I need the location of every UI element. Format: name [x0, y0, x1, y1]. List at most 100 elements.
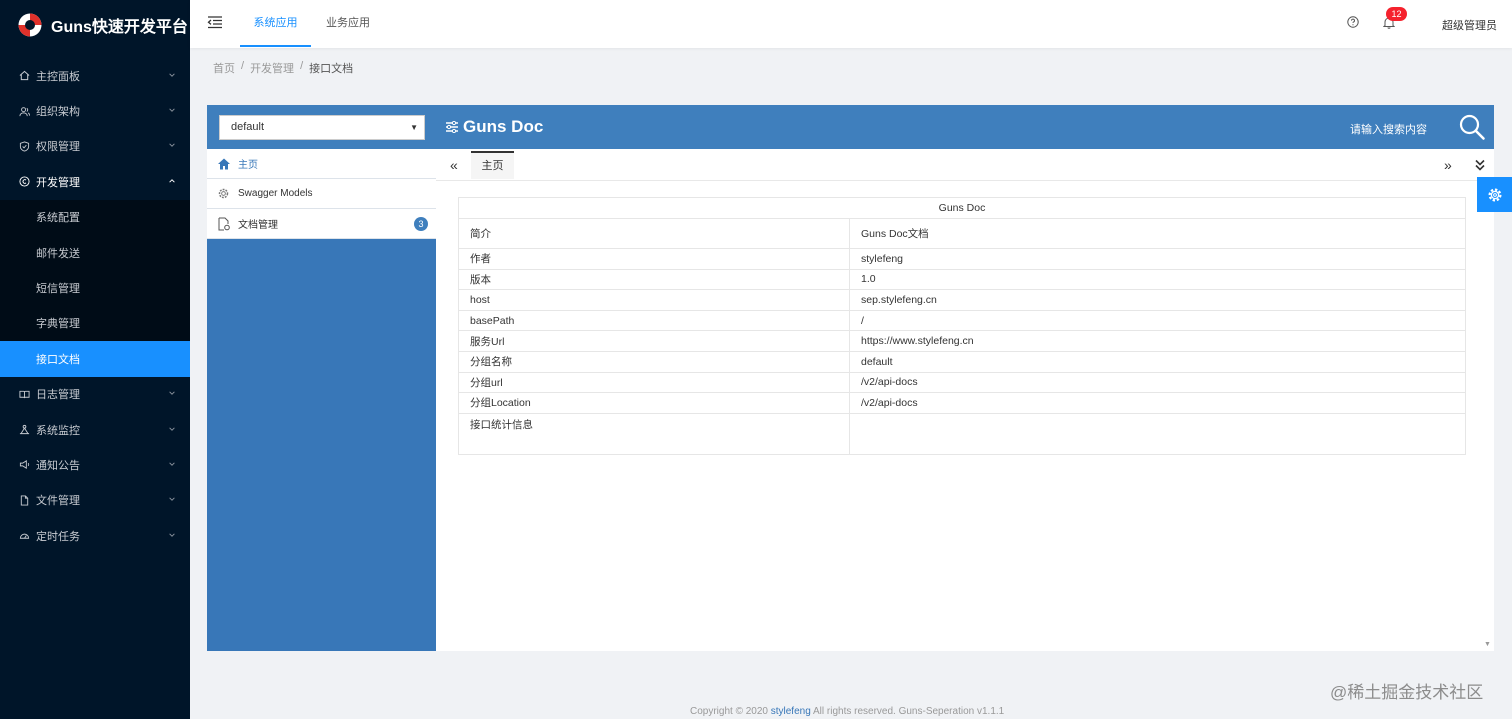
breadcrumb-home[interactable]: 首页 [213, 60, 235, 76]
sidebar-item-files[interactable]: 文件管理 [0, 483, 190, 518]
tab-system-apps[interactable]: 系统应用 [240, 0, 311, 47]
table-row: 接口统计信息 [458, 412, 1466, 455]
double-chevron-down-icon[interactable] [1474, 158, 1486, 172]
breadcrumb-dev[interactable]: 开发管理 [250, 60, 294, 76]
doc-nav-doc-management[interactable]: 文档管理 3 [207, 209, 436, 239]
doc-header-bar: default ▼ Guns Doc 请输入搜索内容 [207, 105, 1494, 149]
top-header: 系统应用 业务应用 12 超级管理员 [190, 0, 1512, 48]
tabs-next-button[interactable]: » [1444, 157, 1452, 173]
development-submenu: 系统配置 邮件发送 短信管理 字典管理 接口文档 [0, 199, 190, 377]
menu-fold-icon[interactable] [207, 14, 223, 30]
settings-drawer-button[interactable] [1477, 177, 1512, 212]
tab-business-apps[interactable]: 业务应用 [326, 0, 370, 47]
table-row: 分组url/v2/api-docs [458, 371, 1466, 394]
breadcrumb-separator: / [300, 60, 304, 72]
gear-icon [217, 187, 231, 201]
sidebar-subitem-dictionary[interactable]: 字典管理 [0, 306, 190, 341]
sidebar-subitem-system-config[interactable]: 系统配置 [0, 200, 190, 235]
sidebar-menu: 主控面板 组织架构 权限管理 开发管理 系统配置 邮件发送 短信管理 字典管理 … [0, 58, 190, 553]
table-row: 分组名称 default [458, 350, 1466, 373]
table-key: 作者 [458, 248, 850, 270]
doc-tabs-row: « 主页 » [436, 149, 1485, 181]
table-value: Guns Doc文档 [849, 218, 1466, 249]
search-icon[interactable] [1458, 113, 1486, 141]
sidebar-item-development[interactable]: 开发管理 [0, 164, 190, 199]
table-key: 版本 [458, 268, 850, 291]
scroll-down-arrow-icon[interactable]: ▼ [1484, 641, 1491, 648]
question-circle-icon[interactable] [1347, 16, 1359, 28]
table-value [849, 412, 1466, 455]
doc-nav-label: 文档管理 [238, 220, 278, 231]
footer-copyright: Copyright © 2020 [690, 706, 771, 717]
sidebar-item-label: 组织架构 [36, 106, 80, 119]
sidebar-item-organization[interactable]: 组织架构 [0, 93, 190, 128]
brand[interactable]: Guns快速开发平台 [0, 0, 190, 50]
table-key: 服务Url [458, 330, 850, 352]
table-value: /v2/api-docs [849, 392, 1466, 414]
swagger-doc-panel: default ▼ Guns Doc 请输入搜索内容 主页 Swagger Mo… [207, 105, 1494, 651]
footer: Copyright © 2020 stylefeng All rights re… [690, 706, 1004, 717]
sidebar-item-scheduled[interactable]: 定时任务 [0, 518, 190, 553]
breadcrumb-current: 接口文档 [309, 63, 354, 75]
sidebar-item-monitor[interactable]: 系统监控 [0, 412, 190, 447]
chevron-down-icon [168, 495, 178, 505]
group-select[interactable]: default ▼ [219, 115, 425, 140]
table-value: https://www.stylefeng.cn [849, 330, 1466, 352]
setting-icon [1487, 187, 1503, 203]
sidebar-item-label: 权限管理 [36, 141, 80, 154]
table-key: host [458, 289, 850, 311]
table-value: 1.0 [849, 268, 1466, 291]
doc-nav-swagger-models[interactable]: Swagger Models [207, 179, 436, 209]
doc-nav-label: 主页 [238, 160, 258, 171]
group-select-value: default [231, 121, 265, 133]
chevron-down-icon [168, 141, 178, 151]
sidebar-item-dashboard[interactable]: 主控面板 [0, 58, 190, 93]
table-value: sep.stylefeng.cn [849, 289, 1466, 311]
watermark: @稀土掘金技术社区 [1330, 683, 1484, 702]
table-row: host sep.stylefeng.cn [458, 289, 1466, 311]
sidebar-item-logs[interactable]: 日志管理 [0, 377, 190, 412]
tab-home[interactable]: 主页 [471, 151, 514, 179]
table-row: 分组Location/v2/api-docs [458, 392, 1466, 414]
document-settings-icon [217, 217, 231, 231]
breadcrumb-separator: / [241, 60, 245, 72]
table-row: 服务Url https://www.stylefeng.cn [458, 330, 1466, 352]
doc-nav-label: Swagger Models [238, 188, 313, 199]
table-key: 分组Location [458, 392, 850, 414]
doc-nav-home[interactable]: 主页 [207, 149, 436, 179]
table-key: 简介 [458, 218, 850, 249]
sidebar-item-label: 日志管理 [36, 389, 80, 402]
sidebar-item-permissions[interactable]: 权限管理 [0, 129, 190, 164]
user-menu[interactable]: 超级管理员 [1442, 17, 1497, 33]
shield-icon [18, 140, 30, 152]
chevron-down-icon [168, 425, 178, 435]
copyright-icon [18, 176, 30, 188]
table-row: 简介 Guns Doc文档 [458, 218, 1466, 249]
table-row: 版本 1.0 [458, 268, 1466, 291]
cluster-icon [18, 424, 30, 436]
search-input[interactable]: 请输入搜索内容 [1350, 121, 1427, 137]
home-icon [18, 70, 30, 82]
table-value: /v2/api-docs [849, 371, 1466, 394]
sidebar-item-label: 通知公告 [36, 459, 80, 472]
doc-title-text: Guns Doc [463, 117, 544, 136]
sidebar-item-notice[interactable]: 通知公告 [0, 447, 190, 482]
tabs-prev-button[interactable]: « [450, 157, 458, 173]
sidebar: Guns快速开发平台 主控面板 组织架构 权限管理 开发管理 系统配置 邮件发送… [0, 0, 190, 719]
doc-info-table: Guns Doc 简介 Guns Doc文档 作者 stylefeng 版本 1.0 … [458, 197, 1466, 455]
home-icon [217, 157, 231, 171]
sidebar-item-label: 系统监控 [36, 424, 80, 437]
footer-author-link[interactable]: stylefeng [771, 706, 811, 717]
book-icon [18, 388, 30, 400]
sidebar-item-label: 定时任务 [36, 530, 80, 543]
sidebar-subitem-api-docs[interactable]: 接口文档 [0, 341, 190, 377]
table-key: 分组url [458, 371, 850, 394]
sidebar-subitem-mail[interactable]: 邮件发送 [0, 235, 190, 270]
chevron-down-icon [168, 71, 178, 81]
chevron-up-icon [168, 177, 178, 187]
chevron-down-icon [168, 389, 178, 399]
sidebar-subitem-sms[interactable]: 短信管理 [0, 270, 190, 305]
table-header-row: Guns Doc [458, 197, 1466, 219]
table-key: basePath [458, 309, 850, 332]
guns-logo-icon [18, 13, 42, 37]
